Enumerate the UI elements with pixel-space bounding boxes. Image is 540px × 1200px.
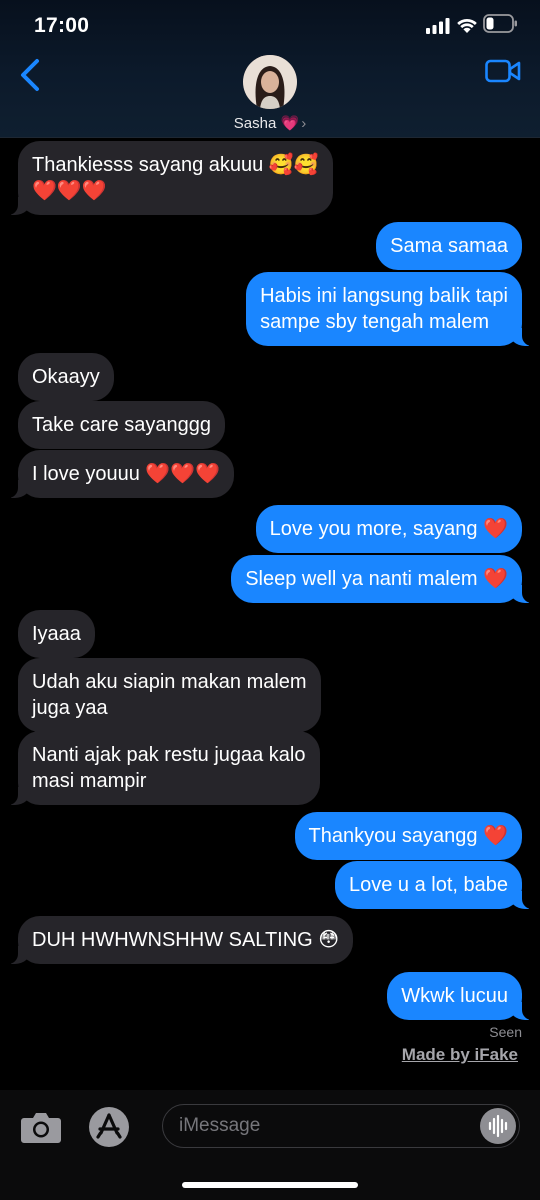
message-text: juga yaa (32, 697, 108, 719)
contact-avatar[interactable] (243, 55, 297, 109)
incoming-message-bubble[interactable]: Okaayy (18, 353, 114, 401)
message-text: Thankiesss sayang akuuu 🥰🥰 (32, 154, 319, 176)
imessage-input[interactable] (179, 1105, 469, 1146)
outgoing-message-bubble[interactable]: Sleep well ya nanti malem ❤️ (231, 555, 532, 603)
battery-low-icon (483, 14, 517, 33)
incoming-message-bubble[interactable]: Udah aku siapin makan malem juga yaa (18, 658, 321, 732)
audio-waveform-icon[interactable] (480, 1108, 516, 1144)
message-text: Iyaaa (32, 623, 81, 645)
camera-icon[interactable] (20, 1110, 62, 1144)
outgoing-message-bubble[interactable]: Love u a lot, babe (334, 861, 533, 909)
imessage-input-wrapper (162, 1104, 520, 1148)
message-text: Udah aku siapin makan malem (32, 671, 307, 693)
chevron-left-icon[interactable] (18, 58, 44, 92)
message-text: Take care sayanggg (32, 414, 212, 436)
watermark: Made by iFake (401, 1045, 518, 1064)
message-text: Thankyou sayangg ❤️ (308, 825, 508, 847)
message-text: Habis ini langsung balik tapi (260, 285, 508, 307)
incoming-message-bubble[interactable]: Take care sayanggg (18, 401, 226, 449)
message-text: DUH HWHWNSHHW SALTING 😳 (32, 929, 340, 951)
message-text: Sama samaa (390, 235, 508, 257)
contact-name: Sasha 💗 (233, 115, 300, 132)
message-input-bar (0, 1090, 540, 1200)
incoming-message-bubble[interactable]: Thankiesss sayang akuuu 🥰🥰 ❤️❤️❤️ (8, 141, 333, 215)
message-text: Love u a lot, babe (348, 874, 508, 896)
incoming-message-bubble[interactable]: I love youuu ❤️❤️❤️ (7, 450, 235, 498)
read-receipt: Seen (489, 1024, 522, 1040)
outgoing-message-bubble[interactable]: Love you more, sayang ❤️ (255, 505, 522, 553)
message-text: sampe sby tengah malem (260, 311, 490, 333)
message-text: Okaayy (32, 366, 100, 388)
incoming-message-bubble[interactable]: Nanti ajak pak restu jugaa kalo masi mam… (8, 731, 320, 805)
home-indicator[interactable] (182, 1182, 358, 1188)
message-text: Love you more, sayang ❤️ (269, 518, 508, 540)
outgoing-message-bubble[interactable]: Sama samaa (376, 222, 522, 270)
status-bar: 17:00 (0, 0, 540, 52)
outgoing-message-bubble[interactable]: Thankyou sayangg ❤️ (294, 812, 522, 860)
outgoing-message-bubble[interactable]: Habis ini langsung balik tapi sampe sby … (246, 272, 532, 346)
avatar-photo (243, 55, 297, 109)
wifi-icon (457, 18, 477, 33)
incoming-message-bubble[interactable]: DUH HWHWNSHHW SALTING 😳 (7, 916, 354, 964)
contact-name-button[interactable]: Sasha 💗 › (0, 114, 540, 132)
message-thread: Thankiesss sayang akuuu 🥰🥰 ❤️❤️❤️ Sama s… (0, 0, 540, 1200)
message-text: Sleep well ya nanti malem ❤️ (245, 568, 508, 590)
message-text: Nanti ajak pak restu jugaa kalo (32, 744, 306, 766)
chevron-right-icon: › (301, 115, 307, 132)
video-camera-icon[interactable] (485, 58, 521, 84)
message-text: masi mampir (32, 770, 147, 792)
incoming-message-bubble[interactable]: Iyaaa (18, 610, 95, 658)
message-text: ❤️❤️❤️ (32, 180, 107, 202)
app-store-icon[interactable] (88, 1106, 130, 1148)
status-time: 17:00 (34, 14, 90, 37)
message-text: I love youuu ❤️❤️❤️ (32, 463, 221, 485)
message-text: Wkwk lucuu (401, 985, 508, 1007)
waveform-glyph (488, 1114, 508, 1138)
cellular-signal-icon (426, 18, 450, 34)
outgoing-message-bubble[interactable]: Wkwk lucuu (387, 972, 532, 1020)
